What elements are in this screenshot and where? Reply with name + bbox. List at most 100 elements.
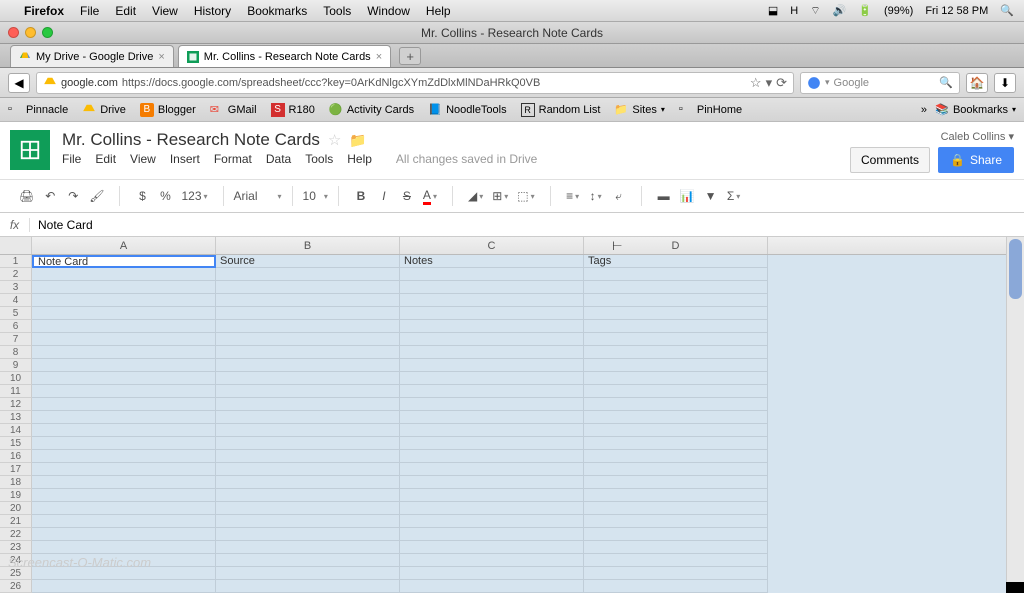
- halign-button[interactable]: ≡▾: [563, 184, 583, 208]
- cell[interactable]: [400, 372, 584, 385]
- vertical-scrollbar[interactable]: [1006, 237, 1024, 582]
- docs-menu-file[interactable]: File: [62, 152, 81, 166]
- cell[interactable]: [400, 541, 584, 554]
- cell[interactable]: [400, 528, 584, 541]
- bm-gmail[interactable]: ✉GMail: [210, 103, 257, 117]
- cell[interactable]: [584, 515, 768, 528]
- cell[interactable]: [400, 450, 584, 463]
- cell[interactable]: [584, 385, 768, 398]
- cell[interactable]: [400, 281, 584, 294]
- redo-button[interactable]: ↷: [63, 184, 83, 208]
- insert-comment-button[interactable]: ▬: [654, 184, 674, 208]
- spotlight-icon[interactable]: 🔍: [1000, 4, 1014, 17]
- cell[interactable]: [216, 554, 400, 567]
- cell[interactable]: [584, 554, 768, 567]
- row-header[interactable]: 4: [0, 294, 32, 307]
- cell[interactable]: [32, 307, 216, 320]
- row-header[interactable]: 12: [0, 398, 32, 411]
- cell[interactable]: [32, 450, 216, 463]
- cell[interactable]: [216, 437, 400, 450]
- print-button[interactable]: 🖨: [16, 184, 37, 208]
- cell[interactable]: [584, 502, 768, 515]
- reload-icon[interactable]: ⟳: [776, 75, 787, 91]
- bookmarks-menu[interactable]: 📚Bookmarks▾: [935, 103, 1016, 117]
- cell[interactable]: [400, 307, 584, 320]
- home-button[interactable]: 🏠: [966, 73, 988, 93]
- row-header[interactable]: 3: [0, 281, 32, 294]
- cell[interactable]: [216, 359, 400, 372]
- new-tab-button[interactable]: +: [399, 47, 421, 65]
- row-header[interactable]: 23: [0, 541, 32, 554]
- cell[interactable]: [216, 333, 400, 346]
- cell[interactable]: [216, 294, 400, 307]
- select-all-corner[interactable]: [0, 237, 32, 254]
- cell[interactable]: [584, 528, 768, 541]
- cell[interactable]: [400, 502, 584, 515]
- cell[interactable]: [216, 372, 400, 385]
- row-header[interactable]: 13: [0, 411, 32, 424]
- row-header[interactable]: 18: [0, 476, 32, 489]
- row-header[interactable]: 10: [0, 372, 32, 385]
- cell[interactable]: [400, 398, 584, 411]
- cell[interactable]: [400, 515, 584, 528]
- cell[interactable]: [216, 489, 400, 502]
- cell[interactable]: [216, 463, 400, 476]
- search-icon[interactable]: 🔍: [939, 76, 953, 89]
- cell[interactable]: [584, 489, 768, 502]
- volume-icon[interactable]: 🔊: [833, 4, 847, 17]
- tab-drive[interactable]: My Drive - Google Drive ×: [10, 45, 174, 67]
- cell[interactable]: Tags: [584, 255, 768, 268]
- cell[interactable]: [216, 281, 400, 294]
- bm-activity[interactable]: 🟢Activity Cards: [329, 103, 414, 117]
- doc-title[interactable]: Mr. Collins - Research Note Cards: [62, 130, 320, 150]
- cell[interactable]: [32, 385, 216, 398]
- cell[interactable]: [32, 437, 216, 450]
- cell[interactable]: [32, 515, 216, 528]
- docs-menu-insert[interactable]: Insert: [170, 152, 200, 166]
- cell[interactable]: [584, 307, 768, 320]
- bookmark-star-icon[interactable]: ☆: [750, 75, 762, 91]
- cell[interactable]: [216, 541, 400, 554]
- bm-r180[interactable]: SR180: [271, 103, 315, 117]
- app-name[interactable]: Firefox: [24, 4, 64, 18]
- dropdown-icon[interactable]: ▾: [766, 75, 773, 91]
- col-header-a[interactable]: A: [32, 237, 216, 254]
- cell[interactable]: [400, 320, 584, 333]
- cell[interactable]: [216, 346, 400, 359]
- cell[interactable]: Notes: [400, 255, 584, 268]
- wrap-button[interactable]: ⤶: [609, 184, 629, 208]
- formula-input[interactable]: Note Card: [30, 218, 1024, 232]
- cell[interactable]: [32, 372, 216, 385]
- cell[interactable]: [400, 476, 584, 489]
- menu-file[interactable]: File: [80, 4, 99, 18]
- row-header[interactable]: 19: [0, 489, 32, 502]
- menu-view[interactable]: View: [152, 4, 178, 18]
- cell[interactable]: [584, 541, 768, 554]
- cell[interactable]: [32, 424, 216, 437]
- strike-button[interactable]: S: [397, 184, 417, 208]
- cell[interactable]: [400, 489, 584, 502]
- star-icon[interactable]: ☆: [328, 131, 341, 149]
- filter-button[interactable]: ▼: [701, 184, 721, 208]
- col-header-c[interactable]: C: [400, 237, 584, 254]
- cell[interactable]: [32, 411, 216, 424]
- tab-close-icon[interactable]: ×: [158, 51, 164, 63]
- cell[interactable]: [216, 476, 400, 489]
- cell[interactable]: [32, 346, 216, 359]
- cell[interactable]: [400, 333, 584, 346]
- cell[interactable]: [400, 437, 584, 450]
- cell[interactable]: [584, 359, 768, 372]
- cell[interactable]: [32, 320, 216, 333]
- cell[interactable]: [216, 411, 400, 424]
- cell[interactable]: [584, 281, 768, 294]
- insert-chart-button[interactable]: 📊: [677, 184, 698, 208]
- cell[interactable]: [400, 385, 584, 398]
- row-header[interactable]: 21: [0, 515, 32, 528]
- cell[interactable]: [584, 437, 768, 450]
- cell[interactable]: [32, 463, 216, 476]
- row-header[interactable]: 6: [0, 320, 32, 333]
- cell[interactable]: [400, 424, 584, 437]
- row-header[interactable]: 9: [0, 359, 32, 372]
- cell[interactable]: [400, 294, 584, 307]
- cell[interactable]: [584, 476, 768, 489]
